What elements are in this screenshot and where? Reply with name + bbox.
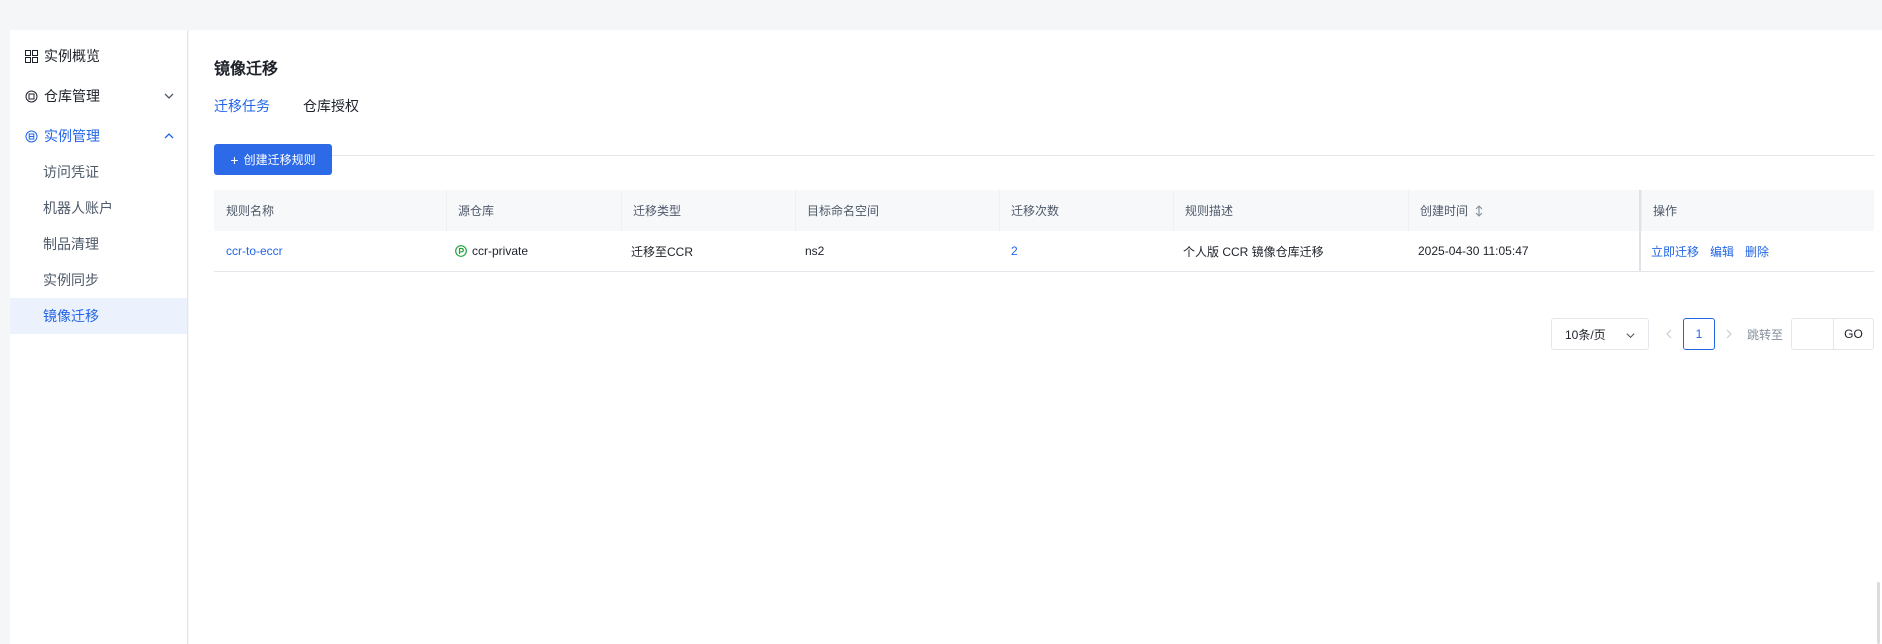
chevron-up-icon (164, 133, 174, 139)
nav-item-instance-mgmt[interactable]: 实例管理 (10, 118, 187, 154)
scrollbar[interactable] (1877, 582, 1880, 644)
sidebar-item-label: 镜像迁移 (43, 308, 99, 324)
go-button[interactable]: GO (1834, 318, 1874, 350)
rule-name-link[interactable]: ccr-to-eccr (226, 244, 283, 258)
nav-label-instance-mgmt: 实例管理 (44, 128, 100, 144)
instance-icon (24, 129, 38, 143)
jump-label: 跳转至 (1746, 327, 1783, 342)
migration-table: 规则名称 源仓库 迁移类型 目标命名空间 迁移次数 规则描述 创建时间 操作 c… (214, 190, 1874, 272)
nav-item-repo-mgmt[interactable]: 仓库管理 (10, 78, 187, 114)
sidebar-item-instance-sync[interactable]: 实例同步 (10, 262, 187, 298)
page-size-select[interactable]: 10条/页 (1550, 318, 1649, 350)
jump-page-input[interactable] (1791, 318, 1834, 350)
header-rule-description: 规则描述 (1173, 190, 1408, 231)
chevron-right-icon (1726, 329, 1732, 339)
prev-page-button[interactable] (1659, 318, 1679, 350)
migration-count-link[interactable]: 2 (1011, 244, 1018, 258)
main-panel: 镜像迁移 迁移任务 仓库授权 + 创建迁移规则 规则名称 源仓库 迁移类型 目标… (189, 30, 1882, 644)
header-created-time[interactable]: 创建时间 (1408, 190, 1639, 231)
sidebar-item-label: 访问凭证 (43, 164, 99, 180)
header-actions: 操作 (1639, 190, 1874, 231)
sidebar: 实例概览 仓库管理 实例管理 访问凭证 机器人账户 制品清理 实例同步 镜像迁移 (10, 30, 188, 644)
sidebar-item-label: 机器人账户 (43, 200, 113, 216)
sidebar-item-label: 制品清理 (43, 236, 99, 252)
nav-label-repo-mgmt: 仓库管理 (44, 88, 100, 104)
create-migration-rule-button[interactable]: + 创建迁移规则 (214, 144, 332, 175)
source-repo: ccr-private (472, 244, 529, 258)
pagination: 10条/页 1 跳转至 GO (1550, 318, 1874, 350)
create-button-label: 创建迁移规则 (243, 153, 316, 167)
grid-icon (24, 49, 38, 63)
sidebar-item-label: 实例同步 (43, 272, 99, 288)
nav-item-overview[interactable]: 实例概览 (10, 38, 187, 74)
created-time: 2025-04-30 11:05:47 (1418, 244, 1529, 258)
sidebar-item-image-migration[interactable]: 镜像迁移 (10, 298, 187, 334)
migrate-now-link[interactable]: 立即迁移 (1651, 243, 1699, 260)
page-title: 镜像迁移 (214, 61, 279, 78)
repo-icon (24, 89, 38, 103)
header-migration-count: 迁移次数 (999, 190, 1173, 231)
plus-icon: + (230, 151, 239, 168)
chevron-left-icon (1666, 329, 1672, 339)
table-row: ccr-to-eccr ccr-private 迁移至CCR ns2 2 个人版… (214, 231, 1874, 272)
private-repo-icon (455, 245, 467, 257)
nav-label-overview: 实例概览 (44, 48, 100, 64)
header-created-time-label: 创建时间 (1420, 204, 1469, 218)
delete-link[interactable]: 删除 (1745, 243, 1769, 260)
next-page-button[interactable] (1719, 318, 1739, 350)
page-number-button[interactable]: 1 (1682, 318, 1715, 350)
edit-link[interactable]: 编辑 (1710, 243, 1734, 260)
header-migration-type: 迁移类型 (621, 190, 795, 231)
table-header: 规则名称 源仓库 迁移类型 目标命名空间 迁移次数 规则描述 创建时间 操作 (214, 190, 1874, 231)
header-source-repo: 源仓库 (446, 190, 621, 231)
page-size-value: 10条/页 (1564, 327, 1606, 342)
header-rule-name: 规则名称 (226, 204, 275, 218)
migration-type: 迁移至CCR (631, 244, 693, 259)
chevron-down-icon (1626, 333, 1635, 339)
rule-description: 个人版 CCR 镜像仓库迁移 (1183, 244, 1324, 259)
tab-bar: 迁移任务 仓库授权 (214, 96, 1874, 157)
sidebar-item-credentials[interactable]: 访问凭证 (10, 154, 187, 190)
sidebar-item-robot-accounts[interactable]: 机器人账户 (10, 190, 187, 226)
chevron-down-icon (164, 93, 174, 99)
header-target-namespace: 目标命名空间 (795, 190, 999, 231)
sort-icon[interactable] (1474, 204, 1484, 218)
sidebar-item-artifact-cleanup[interactable]: 制品清理 (10, 226, 187, 262)
target-namespace: ns2 (805, 244, 825, 258)
